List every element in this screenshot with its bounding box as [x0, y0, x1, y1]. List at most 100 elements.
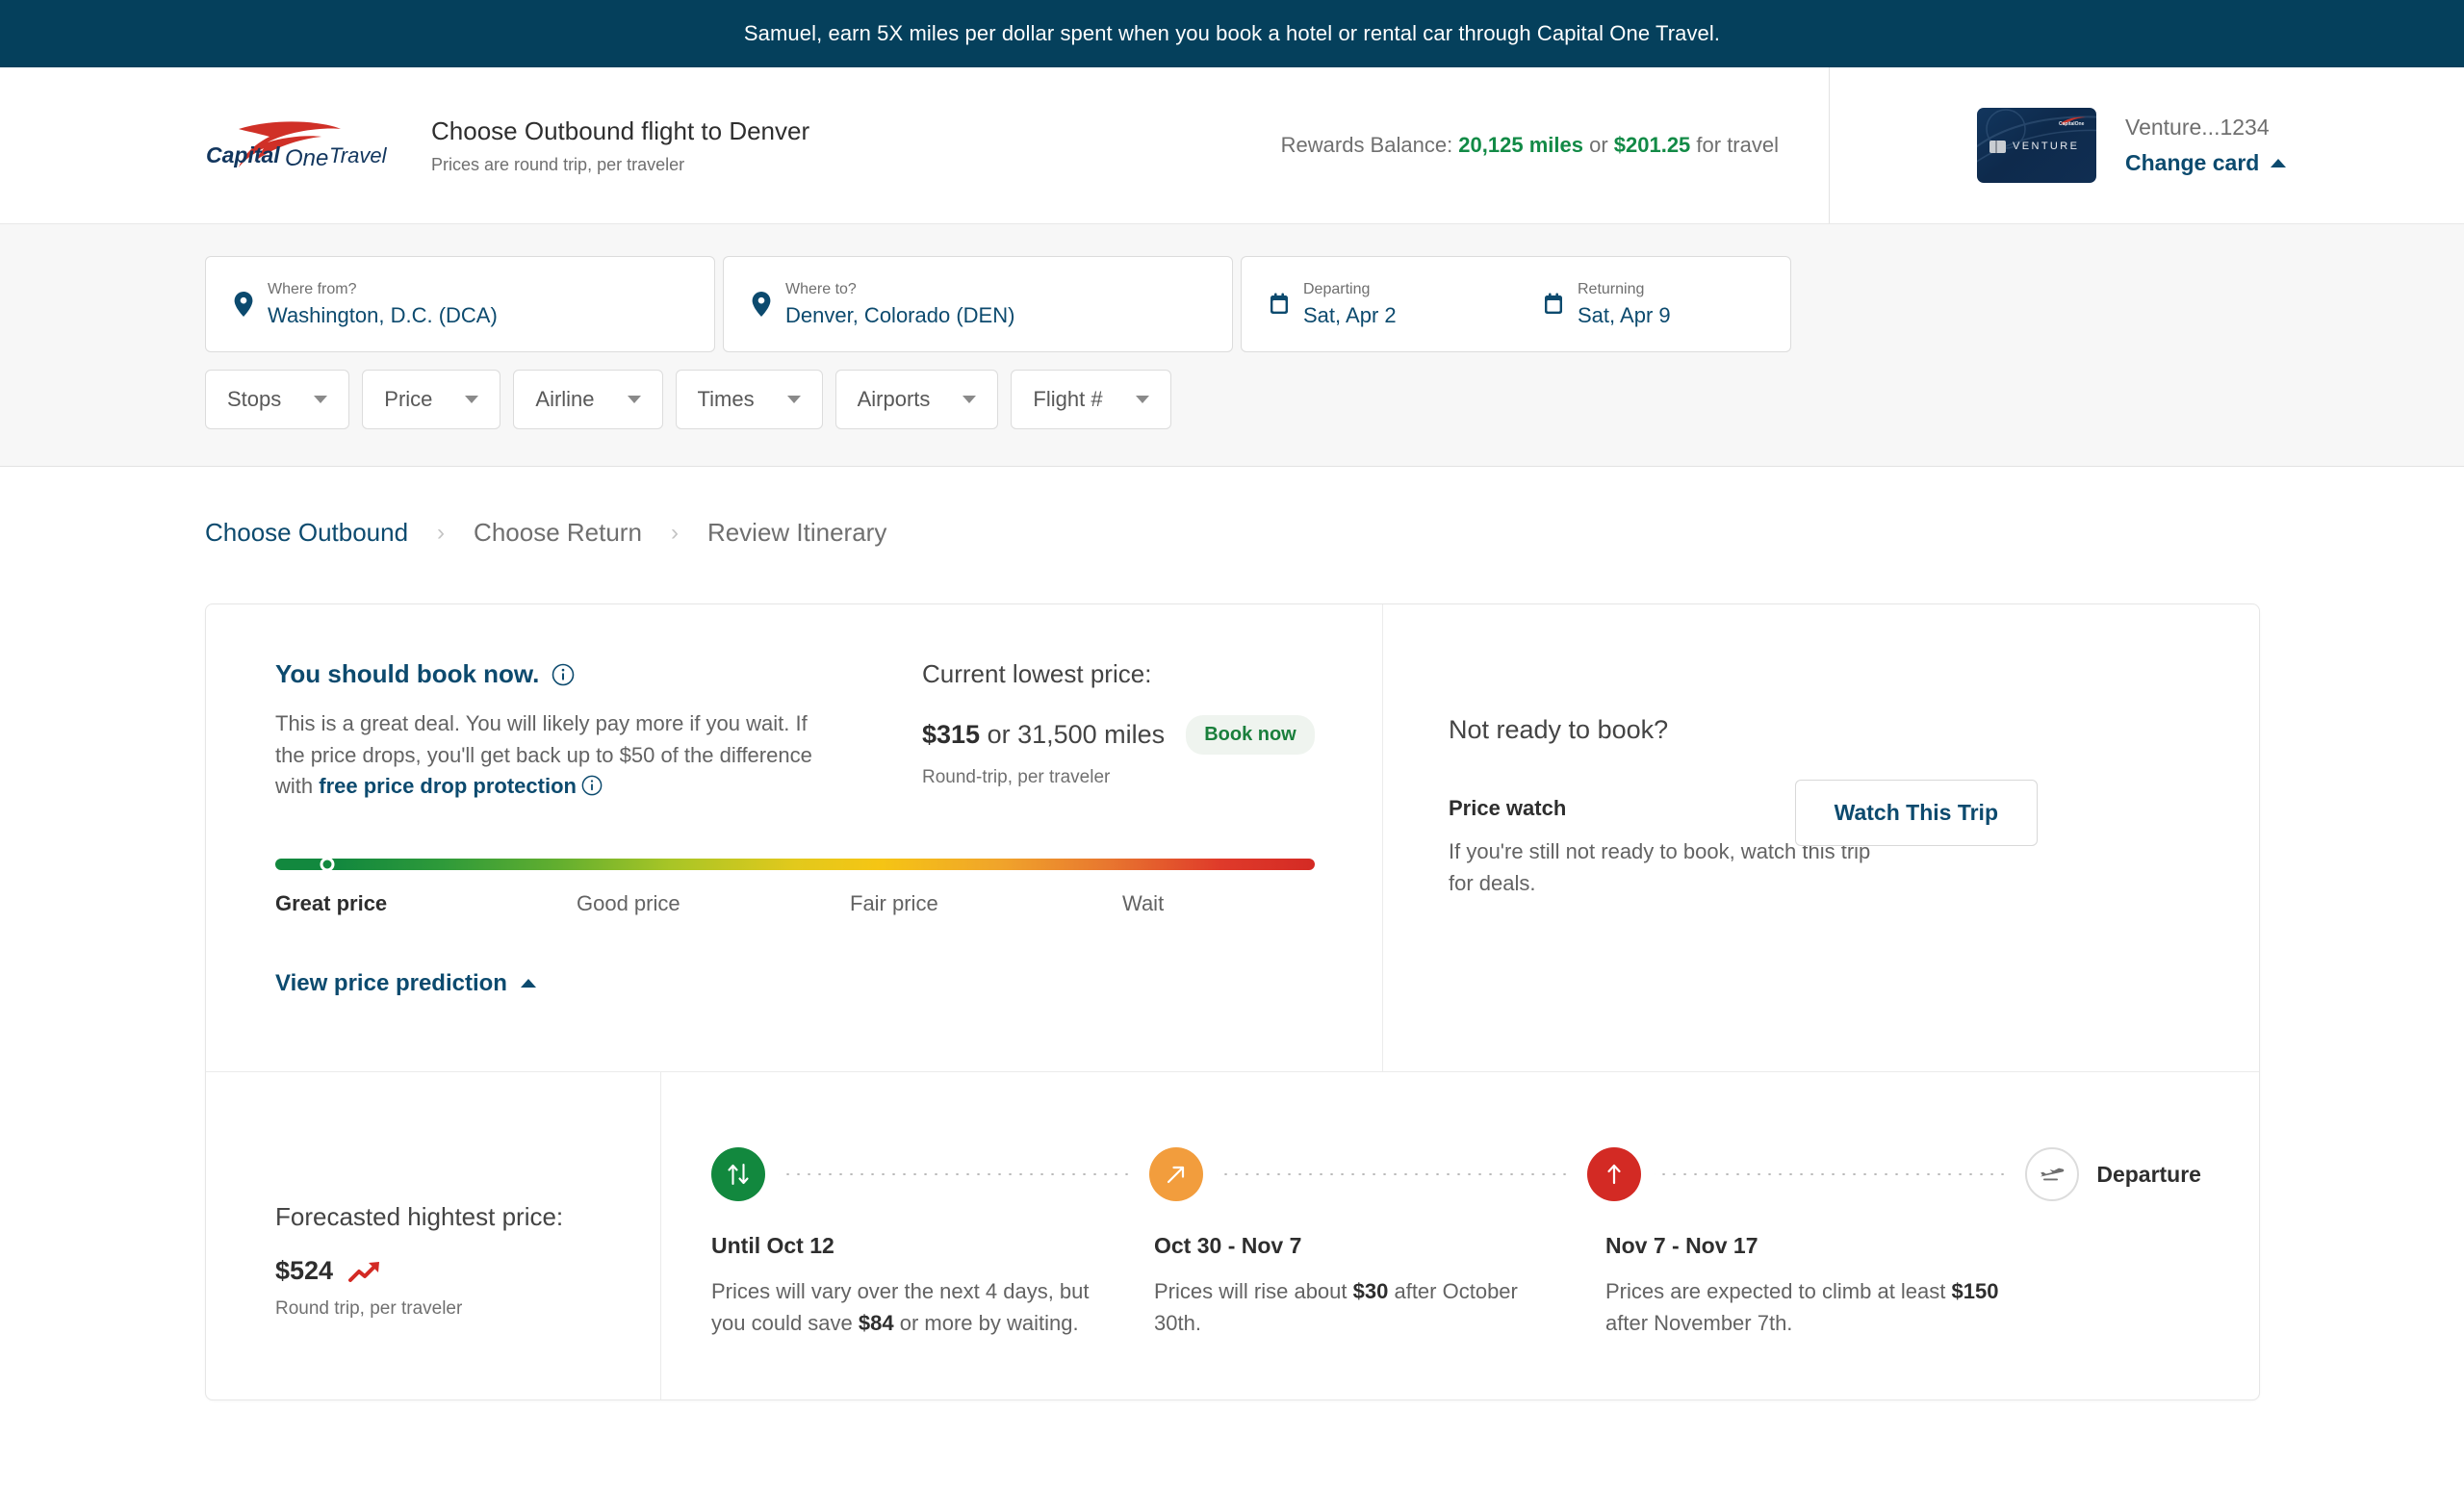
info-icon[interactable]: [552, 663, 575, 686]
price-prediction-card: You should book now. This is a great dea…: [205, 603, 2260, 1400]
timeline-dotted-line: [1655, 1173, 2013, 1175]
timeline-segments: Until Oct 12 Prices will vary over the n…: [711, 1233, 2201, 1339]
promo-banner: Samuel, earn 5X miles per dollar spent w…: [0, 0, 2464, 67]
origin-field[interactable]: Where from? Washington, D.C. (DCA): [205, 256, 715, 352]
timeline-dotted-line: [1217, 1173, 1575, 1175]
rewards-or: or: [1582, 133, 1614, 157]
forecasted-highest-price-sub: Round trip, per traveler: [275, 1298, 463, 1319]
arrow-up-icon: [1607, 1164, 1621, 1185]
filter-airline[interactable]: Airline: [513, 370, 663, 429]
search-bar: Where from? Washington, D.C. (DCA) Where…: [0, 223, 2464, 467]
calendar-icon: [1270, 293, 1288, 314]
timeline-track: Departure: [711, 1147, 2201, 1201]
breadcrumb: Choose Outbound › Choose Return › Review…: [0, 467, 2464, 548]
not-ready-to-book-title: Not ready to book?: [1449, 715, 1669, 744]
filter-row: Stops Price Airline Times Airports Fligh…: [0, 370, 2464, 429]
breadcrumb-separator-icon: ›: [670, 519, 679, 546]
current-lowest-price-column: Current lowest price: $315 or 31,500 mil…: [922, 659, 1315, 806]
timeline-segment-1-range: Until Oct 12: [711, 1233, 834, 1258]
search-fields-row: Where from? Washington, D.C. (DCA) Where…: [0, 256, 2464, 352]
departure-label: Departure: [2096, 1161, 2201, 1187]
timeline-segment-3-amount: $150: [1951, 1279, 1999, 1303]
header-left: Capital One Travel Choose Outbound fligh…: [0, 67, 1829, 223]
current-lowest-price-label: Current lowest price:: [922, 659, 1152, 688]
info-icon[interactable]: [581, 775, 603, 796]
price-quality-gauge-marker: [320, 857, 335, 872]
location-pin-icon: [234, 291, 253, 317]
timeline-segment-3-body-post: after November 7th.: [1605, 1310, 1793, 1335]
filter-times-label: Times: [697, 387, 755, 411]
location-pin-icon: [752, 291, 771, 317]
gauge-label-wait: Wait: [1122, 890, 1165, 915]
book-now-column: You should book now. This is a great dea…: [275, 659, 922, 806]
page-title: Choose Outbound flight to Denver: [431, 116, 810, 145]
book-now-badge[interactable]: Book now: [1186, 715, 1315, 755]
timeline-segment-3-range: Nov 7 - Nov 17: [1605, 1233, 1758, 1258]
not-ready-to-book-panel: Not ready to book? Price watch If you're…: [1382, 604, 2259, 1071]
departing-value: Sat, Apr 2: [1303, 303, 1397, 328]
breadcrumb-separator-icon: ›: [437, 519, 446, 546]
filter-stops[interactable]: Stops: [205, 370, 350, 429]
filter-airline-label: Airline: [535, 387, 595, 411]
returning-field[interactable]: Returning Sat, Apr 9: [1516, 280, 1790, 329]
timeline-segment-1-body: Prices will vary over the next 4 days, b…: [711, 1276, 1094, 1339]
filter-stops-label: Stops: [227, 387, 282, 411]
timeline-segment-3-body: Prices are expected to climb at least $1…: [1605, 1276, 2014, 1339]
filter-airports[interactable]: Airports: [834, 370, 999, 429]
site-header: Capital One Travel Choose Outbound fligh…: [0, 67, 2464, 223]
price-forecast-panel: Forecasted hightest price: $524 Round tr…: [206, 1071, 2259, 1399]
arrow-up-right-icon: [1168, 1166, 1185, 1184]
trend-up-icon: [348, 1261, 380, 1282]
book-now-description: This is a great deal. You will likely pa…: [275, 708, 819, 806]
timeline-segment-3-body-pre: Prices are expected to climb at least: [1605, 1279, 1952, 1303]
gauge-label-good-price: Good price: [577, 890, 680, 915]
price-forecast-timeline: Departure Until Oct 12 Prices will vary …: [660, 1072, 2259, 1399]
watch-this-trip-button[interactable]: Watch This Trip: [1794, 780, 2038, 846]
chevron-down-icon: [465, 396, 479, 403]
timeline-segment-1: Until Oct 12 Prices will vary over the n…: [711, 1233, 1139, 1339]
chevron-up-icon: [2271, 158, 2287, 167]
timeline-segment-2-range: Oct 30 - Nov 7: [1154, 1233, 1302, 1258]
destination-field[interactable]: Where to? Denver, Colorado (DEN): [723, 256, 1233, 352]
gauge-label-great-price: Great price: [275, 890, 388, 915]
promo-banner-text: Samuel, earn 5X miles per dollar spent w…: [743, 21, 1721, 45]
price-quality-gauge-labels: Great price Good price Fair price Wait: [275, 891, 1315, 916]
forecasted-highest-price-label: Forecasted hightest price:: [275, 1202, 564, 1231]
filter-flight-number[interactable]: Flight #: [1011, 370, 1171, 429]
rewards-balance: Rewards Balance: 20,125 miles or $201.25…: [1281, 133, 1779, 158]
up-down-arrows-icon: [728, 1163, 749, 1186]
view-price-prediction-label: View price prediction: [275, 969, 507, 996]
change-card-button[interactable]: Change card: [2125, 150, 2287, 176]
venture-card-image: CapitalOne VENTURE: [1977, 108, 2096, 183]
chevron-up-icon: [520, 979, 536, 988]
timeline-node-3: [1587, 1147, 1642, 1201]
breadcrumb-step-choose-return[interactable]: Choose Return: [474, 518, 642, 548]
view-price-prediction-toggle[interactable]: View price prediction: [275, 970, 1382, 997]
timeline-dotted-line: [779, 1173, 1137, 1175]
filter-flight-number-label: Flight #: [1033, 387, 1103, 411]
price-drop-protection-link[interactable]: free price drop protection: [319, 774, 577, 798]
destination-label: Where to?: [785, 280, 857, 297]
price-quality-gauge: Great price Good price Fair price Wait: [275, 857, 1315, 916]
forecasted-highest-price-value: $524: [275, 1256, 334, 1285]
current-lowest-price-row: $315 or 31,500 miles Book now: [922, 715, 1315, 755]
chevron-down-icon: [962, 396, 977, 403]
price-prediction-top: You should book now. This is a great dea…: [206, 604, 2259, 1071]
filter-price-label: Price: [384, 387, 433, 411]
price-quality-gauge-bar: [275, 857, 1315, 872]
current-lowest-price-miles: or 31,500 miles: [980, 720, 1166, 749]
returning-value: Sat, Apr 9: [1578, 303, 1671, 328]
filter-times[interactable]: Times: [675, 370, 823, 429]
filter-price[interactable]: Price: [362, 370, 501, 429]
breadcrumb-step-choose-outbound[interactable]: Choose Outbound: [205, 518, 408, 548]
returning-label: Returning: [1578, 280, 1645, 297]
timeline-node-1: [711, 1147, 765, 1201]
breadcrumb-step-review-itinerary[interactable]: Review Itinerary: [707, 518, 886, 548]
capital-one-travel-logo[interactable]: Capital One Travel: [200, 112, 393, 179]
filter-airports-label: Airports: [857, 387, 931, 411]
rewards-suffix: for travel: [1690, 133, 1779, 157]
timeline-node-2: [1149, 1147, 1204, 1201]
departing-field[interactable]: Departing Sat, Apr 2: [1242, 280, 1516, 329]
svg-text:CapitalOne: CapitalOne: [2059, 121, 2085, 126]
chevron-down-icon: [786, 396, 801, 403]
